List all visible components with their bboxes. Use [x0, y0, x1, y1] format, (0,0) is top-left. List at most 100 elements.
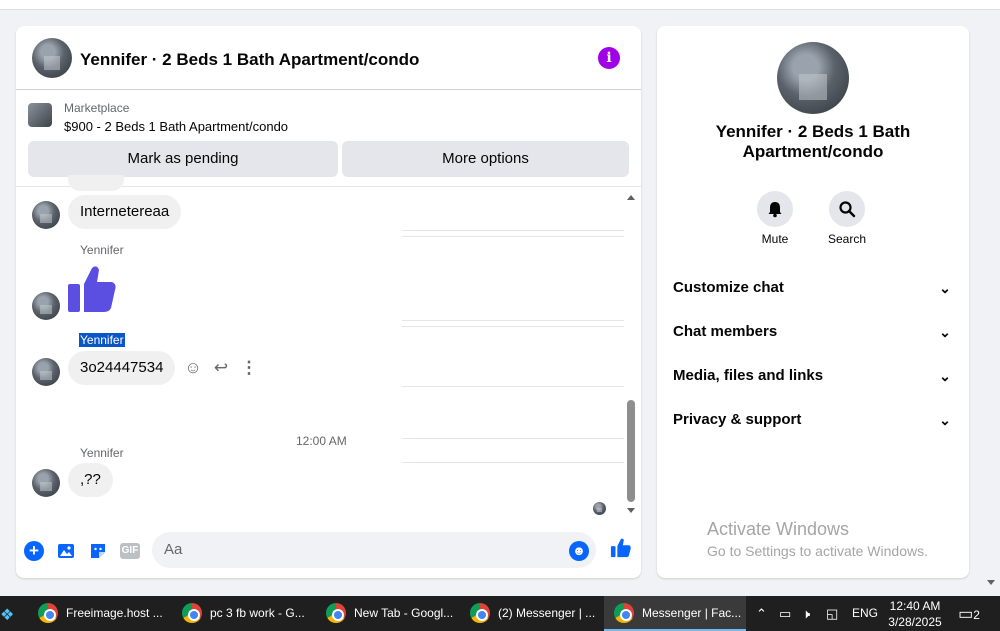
conversation-details-panel: Yennifer · 2 Beds 1 Bath Apartment/condo…: [657, 26, 969, 578]
taskbar-app-active[interactable]: Messenger | Fac...: [604, 596, 746, 631]
sender-name-selected: Yennifer: [79, 333, 125, 347]
divider: [402, 236, 624, 237]
clock[interactable]: 12:40 AM 3/28/2025: [884, 598, 946, 630]
like-icon[interactable]: [608, 537, 634, 563]
more-options-button[interactable]: More options: [342, 141, 629, 177]
taskbar-app-label: Messenger | Fac...: [642, 606, 742, 620]
notification-count: 2: [973, 608, 980, 622]
mark-as-pending-button[interactable]: Mark as pending: [28, 141, 338, 177]
search-icon: [839, 201, 856, 218]
app-icon[interactable]: ❖: [0, 605, 16, 624]
search-label: Search: [827, 232, 867, 246]
taskbar-app-label: Freeimage.host ...: [66, 606, 163, 620]
marketplace-banner: Marketplace $900 - 2 Beds 1 Bath Apartme…: [16, 91, 641, 186]
seen-receipt-avatar: [593, 502, 606, 515]
scroll-down-arrow-icon[interactable]: [627, 508, 635, 513]
chrome-icon: [182, 603, 202, 623]
section-customize-chat[interactable]: Customize chat ⌄: [673, 276, 953, 300]
message-bubble[interactable]: Internetereaa: [68, 195, 182, 229]
message-input[interactable]: Aa: [152, 532, 596, 568]
bell-icon: [768, 202, 782, 218]
section-media-files-links[interactable]: Media, files and links ⌄: [673, 364, 953, 388]
sender-avatar[interactable]: [32, 358, 60, 386]
listing-title[interactable]: $900 - 2 Beds 1 Bath Apartment/condo: [64, 119, 288, 134]
timestamp-separator: 12:00 AM: [296, 434, 347, 448]
chrome-icon: [326, 603, 346, 623]
section-label: Customize chat: [673, 279, 784, 296]
page-scroll-down-arrow-icon[interactable]: [987, 580, 995, 585]
chevron-down-icon: ⌄: [939, 280, 951, 296]
section-privacy-support[interactable]: Privacy & support ⌄: [673, 408, 953, 432]
image-icon[interactable]: [56, 541, 76, 561]
windows-taskbar: ❖ Freeimage.host ... pc 3 fb work - G...…: [0, 596, 1000, 631]
info-icon[interactable]: i: [598, 47, 620, 69]
chrome-icon: [38, 603, 58, 623]
chevron-down-icon: ⌄: [939, 324, 951, 340]
gif-icon[interactable]: GIF: [120, 543, 140, 559]
marketplace-label: Marketplace: [64, 101, 130, 115]
thumbs-up-icon: [68, 266, 116, 312]
taskbar-app[interactable]: New Tab - Googl...: [316, 596, 456, 631]
network-icon[interactable]: ▭: [779, 596, 791, 631]
plus-icon[interactable]: +: [24, 541, 44, 561]
chevron-up-icon[interactable]: ⌃: [756, 596, 767, 631]
message-composer: + GIF Aa ☻: [16, 528, 641, 576]
section-label: Chat members: [673, 323, 778, 340]
section-label: Media, files and links: [673, 367, 824, 384]
divider: [402, 438, 624, 439]
scroll-up-arrow-icon[interactable]: [627, 195, 635, 200]
divider: [402, 326, 624, 327]
profile-avatar[interactable]: [777, 42, 849, 114]
divider: [402, 320, 624, 321]
mute-label: Mute: [761, 232, 789, 246]
sticker-icon[interactable]: [88, 541, 108, 561]
taskbar-app[interactable]: pc 3 fb work - G...: [172, 596, 312, 631]
sender-name: Yennifer: [80, 446, 124, 460]
taskbar-app-label: (2) Messenger | ...: [498, 606, 596, 620]
reply-icon[interactable]: ↩: [211, 358, 231, 378]
emoji-icon[interactable]: ☻: [569, 541, 589, 561]
thumbs-up-sticker[interactable]: [68, 264, 116, 314]
chat-header: Yennifer · 2 Beds 1 Bath Apartment/condo…: [16, 26, 641, 90]
section-chat-members[interactable]: Chat members ⌄: [673, 320, 953, 344]
contact-avatar[interactable]: [32, 38, 72, 78]
chevron-down-icon: ⌄: [939, 412, 951, 428]
react-emoji-icon[interactable]: ☺: [183, 358, 203, 378]
activate-windows-watermark: Activate Windows: [707, 519, 850, 539]
browser-top-strip: [0, 0, 1000, 10]
taskbar-app[interactable]: Freeimage.host ...: [28, 596, 168, 631]
chevron-down-icon: ⌄: [939, 368, 951, 384]
divider: [402, 230, 624, 231]
sender-name: Yennifer: [80, 243, 124, 257]
taskbar-app-label: pc 3 fb work - G...: [210, 606, 305, 620]
taskbar-app-label: New Tab - Googl...: [354, 606, 454, 620]
activate-windows-hint: Go to Settings to activate Windows.: [707, 543, 928, 559]
message-bubble[interactable]: ,??: [68, 463, 113, 497]
chrome-icon: [470, 603, 490, 623]
message-bubble-partial: [68, 175, 124, 191]
meet-now-icon[interactable]: ◱: [826, 596, 838, 631]
taskbar-app[interactable]: (2) Messenger | ...: [460, 596, 600, 631]
speaker-icon[interactable]: 🕨: [802, 596, 810, 631]
divider: [402, 386, 624, 387]
language-indicator[interactable]: ENG: [852, 596, 878, 631]
scrollbar-thumb[interactable]: [627, 400, 635, 502]
sender-avatar[interactable]: [32, 201, 60, 229]
chat-panel: Yennifer · 2 Beds 1 Bath Apartment/condo…: [16, 26, 641, 578]
message-scrollbar[interactable]: [626, 187, 636, 522]
section-label: Privacy & support: [673, 411, 802, 428]
sender-avatar[interactable]: [32, 292, 60, 320]
message-list: Internetereaa Yennifer Yennifer 3o244475…: [16, 175, 641, 522]
clock-time: 12:40 AM: [889, 599, 941, 613]
more-actions-icon[interactable]: ⋮: [239, 358, 259, 378]
message-bubble[interactable]: 3o24447534: [68, 351, 176, 385]
details-title: Yennifer · 2 Beds 1 Bath Apartment/condo: [715, 122, 911, 161]
listing-thumbnail[interactable]: [28, 103, 52, 127]
sender-avatar[interactable]: [32, 469, 60, 497]
chat-title[interactable]: Yennifer · 2 Beds 1 Bath Apartment/condo: [80, 50, 419, 70]
notification-center-icon[interactable]: ▭2: [958, 604, 980, 623]
clock-date: 3/28/2025: [888, 615, 942, 629]
chat-bubble-icon: ▭: [958, 606, 974, 623]
mute-button[interactable]: [757, 191, 793, 227]
search-button[interactable]: [829, 191, 865, 227]
